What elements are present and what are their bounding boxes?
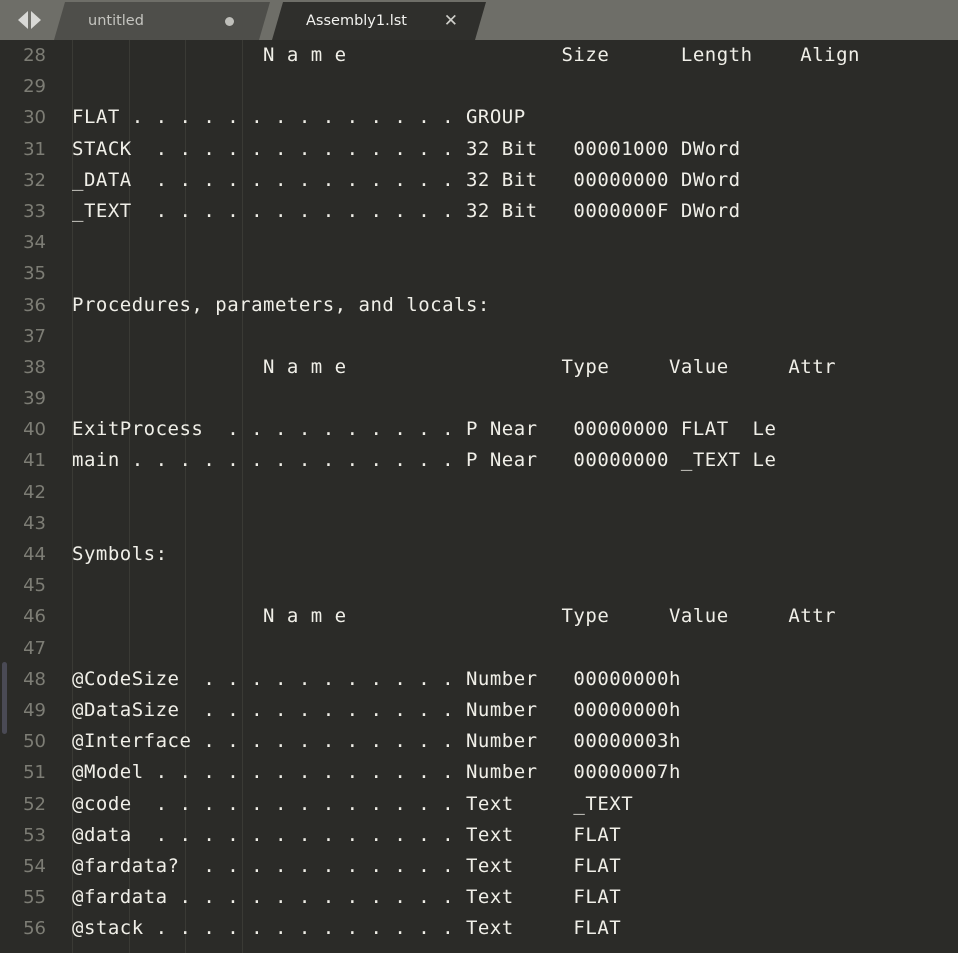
- tab-navigation-arrows: [0, 0, 58, 40]
- code-line[interactable]: 40 ExitProcess . . . . . . . . . . P Near…: [0, 414, 958, 445]
- code-line[interactable]: 44 Symbols:: [0, 539, 958, 570]
- line-number: 48: [23, 668, 46, 690]
- code-line[interactable]: 54 @fardata? . . . . . . . . . . . Text F…: [0, 851, 958, 882]
- line-number: 46: [23, 606, 46, 628]
- line-number: 39: [23, 388, 46, 410]
- line-text: N a m e Type Value Attr: [72, 605, 837, 628]
- line-number: 42: [23, 481, 46, 503]
- code-line[interactable]: 43: [0, 508, 958, 539]
- arrow-right-icon[interactable]: [30, 11, 41, 29]
- code-line[interactable]: 32 _DATA . . . . . . . . . . . . . 32 Bit…: [0, 165, 958, 196]
- line-text: N a m e Size Length Align: [72, 44, 860, 66]
- line-number: 49: [23, 699, 46, 721]
- line-number: 51: [23, 762, 46, 784]
- code-line[interactable]: 46 N a m e Type Value Attr: [0, 601, 958, 632]
- tab-untitled[interactable]: untitled: [54, 2, 270, 40]
- code-line[interactable]: 38 N a m e Type Value Attr: [0, 352, 958, 383]
- code-line[interactable]: 33 _TEXT . . . . . . . . . . . . . 32 Bit…: [0, 196, 958, 227]
- line-text: _TEXT . . . . . . . . . . . . . 32 Bit 0…: [72, 199, 741, 222]
- line-number: 54: [23, 855, 46, 877]
- line-number: 44: [23, 544, 46, 565]
- code-line[interactable]: 39: [0, 383, 958, 414]
- line-text: @fardata . . . . . . . . . . . . Text FL…: [72, 886, 622, 909]
- line-text: @code . . . . . . . . . . . . . Text _TE…: [72, 792, 634, 815]
- code-line[interactable]: 53 @data . . . . . . . . . . . . . Text F…: [0, 820, 958, 851]
- line-text: Symbols:: [72, 543, 168, 565]
- line-number: 37: [23, 325, 46, 347]
- line-text: @Interface . . . . . . . . . . . Number …: [72, 730, 681, 753]
- modified-dot-icon[interactable]: [225, 17, 234, 26]
- line-number: 55: [23, 887, 46, 909]
- code-editor[interactable]: 28 N a m e Size Length Align 29 30 FLAT . .…: [0, 40, 958, 953]
- line-number: 45: [23, 575, 46, 597]
- line-number: 31: [23, 138, 46, 160]
- line-text: ExitProcess . . . . . . . . . . P Near 0…: [72, 418, 777, 441]
- code-line[interactable]: 50 @Interface . . . . . . . . . . . Numbe…: [0, 726, 958, 757]
- code-line[interactable]: 31 STACK . . . . . . . . . . . . . 32 Bit…: [0, 134, 958, 165]
- line-text: main . . . . . . . . . . . . . . P Near …: [72, 449, 777, 472]
- code-line[interactable]: 34: [0, 227, 958, 258]
- tab-label: Assembly1.lst: [306, 13, 407, 29]
- tab-assembly1-lst[interactable]: Assembly1.lst ✕: [272, 2, 486, 40]
- code-line[interactable]: 51 @Model . . . . . . . . . . . . . Numbe…: [0, 757, 958, 788]
- line-text: @Model . . . . . . . . . . . . . Number …: [72, 761, 681, 784]
- line-text: _DATA . . . . . . . . . . . . . 32 Bit 0…: [72, 168, 741, 191]
- line-text: @CodeSize . . . . . . . . . . . Number 0…: [72, 667, 681, 690]
- line-number: 34: [23, 232, 46, 254]
- code-line[interactable]: 45: [0, 570, 958, 601]
- line-number: 41: [23, 450, 46, 472]
- line-text: FLAT . . . . . . . . . . . . . . GROUP: [72, 106, 526, 129]
- line-text: N a m e Type Value Attr: [72, 355, 837, 378]
- code-line[interactable]: 37: [0, 321, 958, 352]
- tab-label: untitled: [88, 13, 144, 29]
- code-line[interactable]: 28 N a m e Size Length Align: [0, 40, 958, 71]
- code-line[interactable]: 55 @fardata . . . . . . . . . . . . Text …: [0, 882, 958, 913]
- code-line[interactable]: 49 @DataSize . . . . . . . . . . . Number…: [0, 695, 958, 726]
- line-number: 40: [23, 419, 46, 441]
- code-lines: 28 N a m e Size Length Align 29 30 FLAT . .…: [0, 40, 958, 944]
- line-number: 52: [23, 793, 46, 815]
- editor-window: untitled Assembly1.lst ✕ 28 N a m e Size…: [0, 0, 958, 953]
- code-line[interactable]: 41 main . . . . . . . . . . . . . . P Nea…: [0, 445, 958, 476]
- line-number: 30: [23, 107, 46, 129]
- code-line[interactable]: 48 @CodeSize . . . . . . . . . . . Number…: [0, 664, 958, 695]
- code-line[interactable]: 47: [0, 633, 958, 664]
- arrow-left-icon[interactable]: [17, 11, 28, 29]
- line-text: Procedures, parameters, and locals:: [72, 293, 490, 316]
- line-number: 29: [23, 76, 46, 98]
- code-line[interactable]: 52 @code . . . . . . . . . . . . . Text _…: [0, 789, 958, 820]
- code-line[interactable]: 30 FLAT . . . . . . . . . . . . . . GROUP: [0, 102, 958, 133]
- code-line[interactable]: 29: [0, 71, 958, 102]
- line-number: 43: [23, 512, 46, 534]
- line-text: @fardata? . . . . . . . . . . . Text FLA…: [72, 854, 622, 877]
- close-icon[interactable]: ✕: [444, 13, 458, 30]
- line-number: 36: [23, 294, 46, 316]
- line-text: STACK . . . . . . . . . . . . . 32 Bit 0…: [72, 137, 741, 160]
- code-line[interactable]: 42: [0, 477, 958, 508]
- line-number: 38: [23, 356, 46, 378]
- code-line[interactable]: 35: [0, 258, 958, 289]
- line-text: @stack . . . . . . . . . . . . . Text FL…: [72, 917, 622, 940]
- line-number: 32: [23, 169, 46, 191]
- line-number: 35: [23, 263, 46, 285]
- line-number: 53: [23, 824, 46, 846]
- code-line[interactable]: 56 @stack . . . . . . . . . . . . . Text …: [0, 913, 958, 944]
- line-number: 56: [23, 918, 46, 940]
- line-text: @DataSize . . . . . . . . . . . Number 0…: [72, 698, 681, 721]
- line-text: @data . . . . . . . . . . . . . Text FLA…: [72, 823, 622, 846]
- line-number: 33: [23, 200, 46, 222]
- line-number: 28: [23, 45, 46, 66]
- line-number: 50: [23, 731, 46, 753]
- line-number: 47: [23, 637, 46, 659]
- code-line[interactable]: 36 Procedures, parameters, and locals:: [0, 290, 958, 321]
- tab-bar: untitled Assembly1.lst ✕: [0, 0, 958, 40]
